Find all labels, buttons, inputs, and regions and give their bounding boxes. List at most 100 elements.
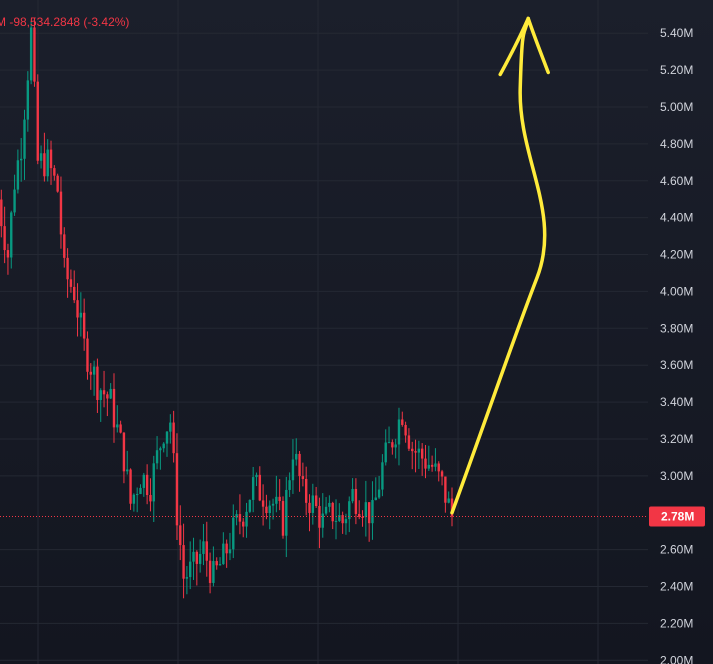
candle-body [344, 519, 348, 524]
candle-body [427, 464, 431, 469]
y-axis-tick-label: 3.00M [660, 469, 693, 483]
candle-body [0, 199, 3, 227]
candle-body [414, 451, 417, 453]
price-change-readout: M -98,534.2848 (-3.42%) [0, 15, 129, 29]
candle-body [155, 450, 159, 464]
chart-stage: 5.40M 5.20M 5.00M 4.80M 4.60M 4.40M 4.20M 4.00M… [0, 0, 713, 664]
candle-body [16, 160, 20, 190]
candle-body [324, 506, 328, 514]
candle-body [447, 498, 450, 503]
candle-body [401, 419, 404, 425]
candle-body [248, 499, 252, 512]
candle-body [374, 497, 377, 501]
candle-body [384, 442, 387, 463]
candle-body [145, 474, 149, 495]
candle-body [228, 549, 232, 554]
candle-body [215, 561, 218, 566]
candle-body [132, 494, 136, 504]
candle-body [86, 338, 89, 372]
candle-body [281, 501, 285, 536]
candle-body [26, 80, 30, 120]
candle-body [437, 463, 440, 472]
candle-body [135, 494, 139, 496]
candle-body [185, 577, 189, 579]
candle-body [33, 27, 36, 82]
candle-body [96, 366, 99, 401]
candle-body [92, 366, 96, 375]
candle-body [258, 474, 261, 501]
candle-body [142, 474, 146, 488]
candle-body [53, 168, 56, 176]
candle-body [411, 448, 414, 452]
candle-body [420, 448, 424, 459]
candle-body [43, 153, 46, 177]
candle-body [361, 516, 364, 518]
annotation-arrow-head [498, 16, 550, 77]
candle-body [3, 226, 6, 251]
candle-body [198, 553, 202, 564]
price-axis[interactable]: 5.40M 5.20M 5.00M 4.80M 4.60M 4.40M 4.20M 4.00M… [649, 26, 705, 664]
candle-body [271, 503, 275, 506]
candle-body [23, 119, 26, 159]
candle-body [364, 502, 368, 518]
candle-body [397, 419, 401, 445]
candle-body [285, 489, 288, 536]
price-chart[interactable]: 5.40M 5.20M 5.00M 4.80M 4.60M 4.40M 4.20M 4.00M… [0, 0, 713, 664]
y-axis-tick-label: 4.80M [660, 137, 693, 151]
y-axis-tick-label: 2.60M [660, 543, 693, 557]
candle-body [126, 469, 129, 472]
candle-body [205, 541, 208, 561]
candle-body [404, 424, 407, 436]
candle-body [10, 212, 13, 258]
candle-body [202, 541, 205, 554]
candle-body [63, 234, 66, 258]
y-axis-tick-label: 3.40M [660, 395, 693, 409]
candle-body [304, 478, 308, 503]
candle-body [222, 543, 225, 565]
candle-body [212, 561, 215, 583]
candle-body [109, 388, 112, 399]
candle-body [182, 545, 185, 579]
candle-body [235, 514, 238, 518]
candle-body [169, 422, 172, 432]
candle-body [351, 488, 354, 502]
candle-body [381, 462, 384, 490]
candle-body [29, 27, 33, 81]
candle-body [218, 564, 222, 566]
candle-body [49, 149, 53, 169]
candle-body [139, 487, 142, 495]
y-axis-tick-label: 3.80M [660, 321, 693, 335]
candle-body [417, 448, 421, 453]
candle-body [387, 442, 391, 444]
candle-body [354, 488, 358, 514]
candle-body [69, 279, 73, 287]
y-axis-tick-label: 4.60M [660, 174, 693, 188]
candle-body [76, 300, 79, 318]
candle-body [308, 502, 311, 513]
candle-body [328, 502, 331, 507]
candle-body [251, 477, 255, 500]
y-axis-tick-label: 3.60M [660, 358, 693, 372]
candle-body [39, 153, 43, 161]
candle-body [367, 502, 371, 524]
candle-body [172, 422, 175, 454]
candle-body [73, 286, 76, 301]
candle-body [261, 500, 265, 507]
candle-body [334, 520, 338, 522]
candle-body [13, 189, 16, 213]
candle-body [275, 496, 278, 504]
candle-body [301, 476, 305, 479]
candle-body [265, 506, 268, 514]
candle-body [430, 464, 434, 467]
candle-body [46, 149, 49, 177]
candle-body [208, 560, 212, 583]
y-axis-tick-label: 4.20M [660, 248, 693, 262]
candle-body [311, 495, 315, 513]
candle-body [175, 453, 179, 526]
candle-body [82, 312, 86, 339]
candle-body [440, 471, 444, 477]
candle-body [331, 502, 334, 522]
y-axis-tick-label: 5.40M [660, 26, 693, 40]
y-axis-tick-label: 3.20M [660, 432, 693, 446]
candle-body [192, 551, 195, 562]
